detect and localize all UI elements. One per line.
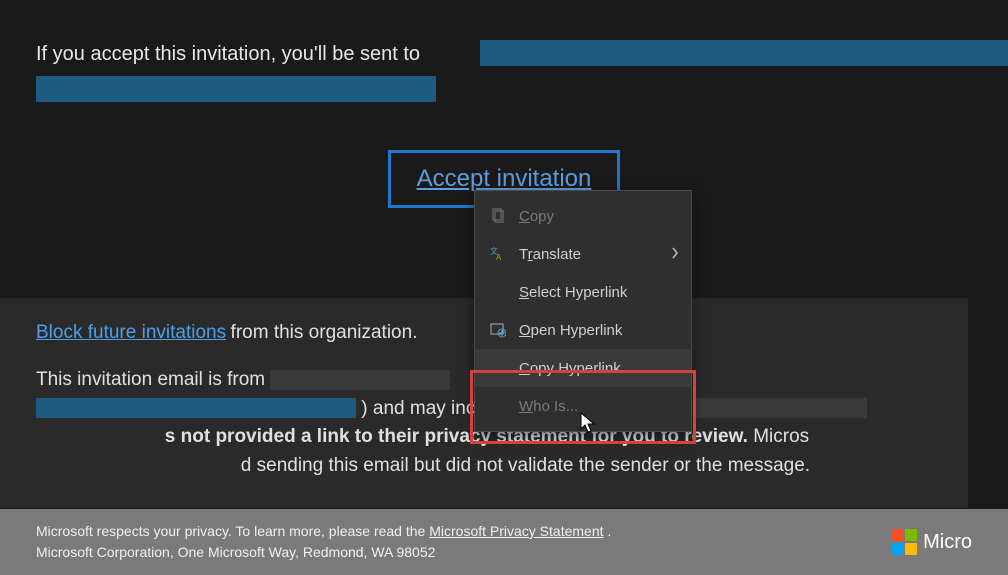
- redacted-org: [687, 398, 867, 418]
- menu-select-hyperlink-label: Select Hyperlink: [519, 284, 677, 301]
- context-menu: Copy 文A Translate Select Hyperlink Open …: [474, 190, 692, 432]
- menu-who-is[interactable]: Who Is...: [475, 387, 691, 425]
- disclaimer-tail: Micros: [753, 426, 809, 447]
- footer-line1-suffix: .: [607, 523, 611, 539]
- blank-icon-2: [489, 359, 507, 377]
- menu-copy-label: Copy: [519, 208, 677, 225]
- blank-icon: [489, 283, 507, 301]
- email-body: If you accept this invitation, you'll be…: [0, 0, 1008, 208]
- menu-select-hyperlink[interactable]: Select Hyperlink: [475, 273, 691, 311]
- chevron-right-icon: [671, 246, 679, 263]
- copy-icon: [489, 207, 507, 225]
- footer-address: Microsoft Corporation, One Microsoft Way…: [36, 542, 611, 563]
- menu-copy[interactable]: Copy: [475, 197, 691, 235]
- redacted-url: [480, 40, 1008, 66]
- redacted-domain: [36, 398, 356, 418]
- microsoft-logo: Micro: [891, 529, 972, 555]
- intro-prefix: If you accept this invitation, you'll be…: [36, 43, 420, 65]
- footer: Microsoft respects your privacy. To lear…: [0, 509, 1008, 575]
- footer-left: Microsoft respects your privacy. To lear…: [36, 521, 611, 563]
- microsoft-squares-icon: [891, 529, 917, 555]
- privacy-statement-link[interactable]: Microsoft Privacy Statement: [429, 523, 603, 539]
- disclaimer-prefix: This invitation email is from: [36, 369, 270, 390]
- menu-open-hyperlink-label: Open Hyperlink: [519, 322, 677, 339]
- block-future-invitations-link[interactable]: Block future invitations: [36, 322, 226, 343]
- microsoft-brand-text: Micro: [923, 531, 972, 554]
- menu-copy-hyperlink-label: Copy Hyperlink: [519, 360, 677, 377]
- footer-line1-prefix: Microsoft respects your privacy. To lear…: [36, 523, 429, 539]
- block-suffix: from this organization.: [231, 322, 418, 343]
- menu-who-is-label: Who Is...: [519, 398, 677, 415]
- accept-invitation-label: Accept invitation: [417, 165, 592, 192]
- redacted-sender: [270, 370, 450, 390]
- open-hyperlink-icon: [489, 321, 507, 339]
- intro-text: If you accept this invitation, you'll be…: [36, 40, 972, 102]
- blank-icon-3: [489, 397, 507, 415]
- menu-translate-label: Translate: [519, 246, 677, 263]
- translate-icon: 文A: [489, 245, 507, 263]
- menu-copy-hyperlink[interactable]: Copy Hyperlink: [475, 349, 691, 387]
- menu-translate[interactable]: 文A Translate: [475, 235, 691, 273]
- menu-open-hyperlink[interactable]: Open Hyperlink: [475, 311, 691, 349]
- disclaimer-tail2: d sending this email but did not validat…: [241, 455, 810, 476]
- redacted-url-2: [36, 76, 436, 102]
- svg-text:A: A: [496, 253, 502, 262]
